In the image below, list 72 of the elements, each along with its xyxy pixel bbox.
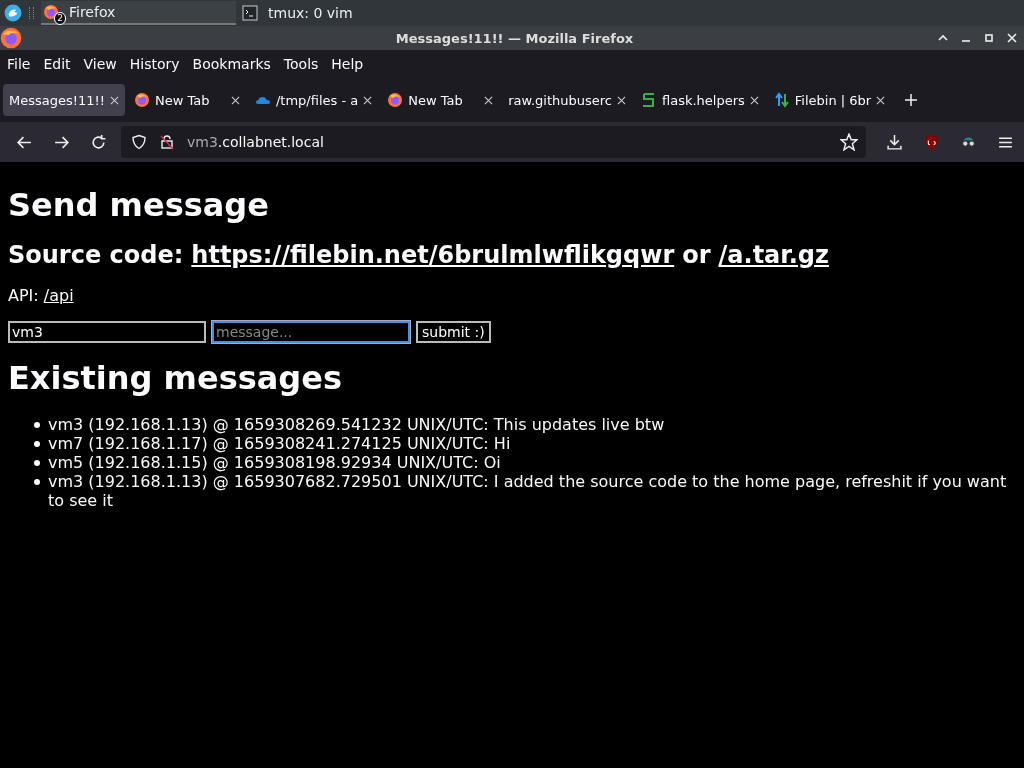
firefox-icon bbox=[133, 92, 150, 108]
tab-title: New Tab bbox=[408, 92, 464, 108]
menu-item[interactable]: Help bbox=[331, 56, 364, 72]
arrows-icon bbox=[773, 92, 790, 108]
grip-icon bbox=[29, 7, 34, 19]
or-text: or bbox=[682, 240, 711, 270]
menu-item[interactable]: History bbox=[129, 56, 180, 72]
task-label: Firefox bbox=[69, 4, 116, 20]
insecure-lock-icon bbox=[159, 134, 175, 150]
message-text: vm3 (192.168.1.13) @ 1659308269.541232 UNIX/UTC: This updates live btw bbox=[48, 415, 665, 434]
browser-tab[interactable]: New Tab bbox=[381, 84, 500, 116]
launcher-icon[interactable] bbox=[4, 4, 22, 22]
page-heading: Send message bbox=[8, 186, 270, 224]
download-icon[interactable] bbox=[886, 133, 903, 151]
tab-title: flask.helpers bbox=[662, 92, 745, 108]
source-link[interactable]: https://filebin.net/6brulmlwflikgqwr bbox=[191, 240, 675, 270]
tab-title: Messages!11!! bbox=[9, 92, 105, 108]
bullet-icon bbox=[34, 441, 40, 447]
close-icon[interactable] bbox=[484, 95, 494, 105]
tab-title: /tmp/files - a bbox=[275, 92, 359, 108]
firefox-icon bbox=[43, 4, 59, 20]
tab-title: raw.githubuserc bbox=[508, 92, 612, 108]
firefox-icon bbox=[387, 92, 404, 108]
close-icon[interactable] bbox=[230, 95, 240, 105]
bullet-icon bbox=[34, 479, 40, 485]
close-icon[interactable] bbox=[617, 95, 626, 105]
browser-tab[interactable]: Messages!11!! bbox=[3, 84, 125, 116]
browser-tab[interactable]: /tmp/files - a bbox=[248, 84, 379, 116]
message-text: vm7 (192.168.1.17) @ 1659308241.274125 UNIX/UTC: Hi bbox=[48, 434, 511, 453]
section-heading: Existing messages bbox=[8, 359, 343, 397]
url-text: vm3.collabnet.local bbox=[187, 134, 324, 150]
flask-icon bbox=[641, 92, 657, 108]
archive-link[interactable]: /a.tar.gz bbox=[718, 240, 829, 270]
api-link[interactable]: /api bbox=[43, 286, 74, 305]
firefox-icon bbox=[0, 27, 22, 49]
message-text: vm3 (192.168.1.13) @ 1659307682.729501 UNIX/UTC: I added the source code to the home page, refreshit if you want to see it bbox=[48, 472, 1008, 510]
close-icon[interactable] bbox=[876, 95, 886, 105]
source-label: Source code: bbox=[8, 240, 184, 270]
address-bar[interactable]: vm3.collabnet.local bbox=[121, 126, 866, 158]
window-title: Messages!11!! — Mozilla Firefox bbox=[394, 30, 635, 46]
browser-tab[interactable]: New Tab bbox=[127, 84, 246, 116]
task-label: tmux: 0 vim bbox=[268, 5, 353, 21]
menu-item[interactable]: Bookmarks bbox=[192, 56, 271, 72]
menu-item[interactable]: File bbox=[7, 56, 31, 72]
bullet-icon bbox=[34, 422, 40, 428]
menu-item[interactable]: Tools bbox=[283, 56, 319, 72]
shield-icon bbox=[131, 134, 147, 150]
api-label: API: bbox=[8, 286, 39, 305]
reload-icon[interactable] bbox=[90, 133, 107, 151]
terminal-icon bbox=[242, 5, 258, 21]
menu-item[interactable]: Edit bbox=[43, 56, 71, 72]
maximize-icon[interactable] bbox=[983, 32, 995, 44]
close-icon[interactable] bbox=[363, 95, 373, 105]
browser-tab[interactable]: Filebin | 6br bbox=[767, 84, 892, 116]
name-field[interactable]: vm3 bbox=[8, 321, 206, 343]
browser-tab[interactable]: flask.helpers bbox=[635, 84, 765, 116]
taskbar-item[interactable]: tmux: 0 vim bbox=[240, 1, 435, 25]
tab-title: Filebin | 6br bbox=[794, 92, 872, 108]
submit-button[interactable]: submit :) bbox=[416, 321, 491, 343]
message-field[interactable]: message... bbox=[212, 321, 410, 343]
message-text: vm5 (192.168.1.15) @ 1659308198.92934 UNIX/UTC: Oi bbox=[48, 453, 501, 472]
star-icon[interactable] bbox=[840, 133, 858, 151]
count-badge: 2 bbox=[54, 12, 66, 25]
new-tab-icon[interactable] bbox=[904, 93, 919, 107]
menu-item[interactable]: View bbox=[83, 56, 117, 72]
bullet-icon bbox=[34, 460, 40, 466]
shield-extension-icon[interactable] bbox=[923, 133, 940, 151]
taskbar-item[interactable]: 2 Firefox bbox=[41, 1, 236, 25]
tab-title: New Tab bbox=[154, 92, 211, 108]
close-icon[interactable] bbox=[749, 95, 759, 105]
close-icon[interactable] bbox=[109, 95, 119, 105]
browser-tab[interactable]: raw.githubuserc bbox=[502, 84, 632, 116]
